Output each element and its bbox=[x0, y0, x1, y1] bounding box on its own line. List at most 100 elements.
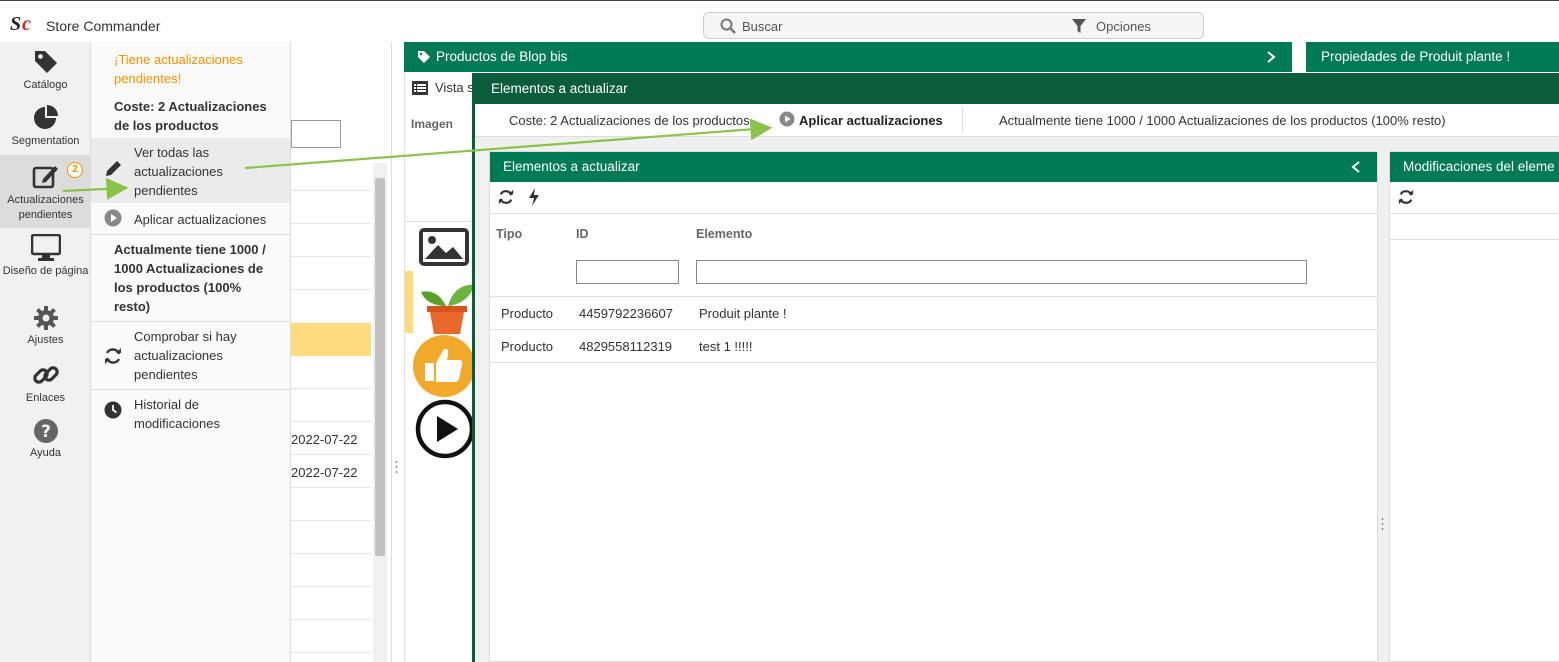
modifications-panel: Modificaciones del eleme bbox=[1389, 151, 1559, 662]
app-title: Store Commander bbox=[46, 18, 161, 34]
store-commander-logo: S c bbox=[10, 13, 31, 34]
cell-element: test 1 !!!!! bbox=[699, 339, 753, 354]
products-panel-body: Vista s Imagen bbox=[404, 72, 475, 662]
row-divider bbox=[490, 362, 1377, 363]
splitter-handle[interactable] bbox=[1381, 517, 1384, 531]
elements-panel: Elementos a actualizar Tipo ID Elemento … bbox=[489, 151, 1378, 662]
cell-type: Producto bbox=[501, 339, 554, 354]
sidebar-item-label: Segmentation bbox=[11, 135, 80, 147]
list-view-icon bbox=[412, 81, 428, 95]
cell-element: Produit plante ! bbox=[699, 306, 787, 321]
menu-item-check-updates[interactable]: Comprobar si hay actualizaciones pendien… bbox=[91, 322, 290, 388]
top-bar: S c Store Commander Buscar Opciones bbox=[0, 0, 1559, 42]
sidebar-item-page-design[interactable]: Diseño de página bbox=[0, 234, 91, 296]
sidebar-item-label: Enlaces bbox=[25, 392, 66, 404]
column-header-id[interactable]: ID bbox=[576, 227, 589, 241]
menu-status: Actualmente tiene 1000 / 1000 Actualizac… bbox=[114, 242, 266, 314]
menu-item-history[interactable]: Historial de modificaciones bbox=[91, 390, 290, 436]
pending-updates-alert: ¡Tiene actualizaciones pendientes! bbox=[114, 52, 243, 86]
lightning-icon[interactable] bbox=[528, 188, 540, 206]
row-divider bbox=[1390, 239, 1559, 240]
pie-chart-icon bbox=[33, 105, 58, 129]
list-scrollbar-thumb[interactable] bbox=[375, 178, 385, 556]
column-header-type[interactable]: Tipo bbox=[496, 227, 522, 241]
play-circle-icon bbox=[104, 209, 122, 227]
refresh-icon[interactable] bbox=[1398, 189, 1414, 205]
window-toolbar: Coste: 2 Actualizaciones de los producto… bbox=[475, 104, 1559, 137]
row-divider bbox=[291, 454, 371, 455]
sidebar-item-pending-updates[interactable]: 2 Actualizaciones pendientes bbox=[0, 155, 91, 228]
chevron-left-icon[interactable] bbox=[1351, 161, 1361, 173]
menu-divider bbox=[91, 234, 291, 235]
sidebar-item-label: Actualizaciones pendientes bbox=[7, 194, 84, 221]
row-divider bbox=[291, 421, 371, 422]
sidebar-item-label: Ayuda bbox=[30, 447, 61, 459]
sidebar-item-segmentation[interactable]: Segmentation bbox=[0, 104, 91, 154]
svg-text:S: S bbox=[10, 13, 21, 34]
column-header-element[interactable]: Elemento bbox=[696, 227, 752, 241]
sidebar-item-links[interactable]: Enlaces bbox=[0, 361, 91, 405]
cell-type: Producto bbox=[501, 306, 554, 321]
id-filter-input[interactable] bbox=[576, 260, 679, 284]
options-button[interactable]: Opciones bbox=[1096, 19, 1151, 34]
menu-item-apply[interactable]: Aplicar actualizaciones bbox=[91, 205, 290, 233]
properties-panel-title: Propiedades de Produit plante ! bbox=[1321, 49, 1511, 64]
row-divider bbox=[291, 487, 371, 488]
menu-cost-summary: Coste: 2 Actualizaciones de los producto… bbox=[114, 99, 267, 133]
list-filter-input[interactable] bbox=[291, 120, 341, 148]
image-placeholder-icon bbox=[419, 228, 469, 266]
products-panel-title: Productos de Blop bis bbox=[436, 49, 568, 64]
view-selector[interactable]: Vista s bbox=[435, 80, 474, 95]
main-sidebar: Catálogo Segmentation 2 Actualizaciones … bbox=[0, 42, 91, 662]
row-divider bbox=[291, 586, 371, 587]
table-row[interactable]: Producto 4459792236607 Produit plante ! bbox=[490, 296, 1377, 329]
modifications-panel-header: Modificaciones del eleme bbox=[1390, 152, 1559, 182]
menu-item-label: Comprobar si hay actualizaciones pendien… bbox=[134, 329, 237, 382]
row-divider bbox=[291, 388, 371, 389]
elements-to-update-window: Elementos a actualizar Coste: 2 Actualiz… bbox=[472, 73, 1559, 662]
apply-updates-button[interactable]: Aplicar actualizaciones bbox=[779, 110, 959, 130]
splitter-handle[interactable] bbox=[395, 460, 398, 474]
refresh-icon[interactable] bbox=[498, 189, 514, 205]
menu-item-label: Historial de modificaciones bbox=[134, 397, 220, 431]
cell-id: 4829558112319 bbox=[579, 339, 673, 354]
play-product-thumbnail[interactable] bbox=[415, 399, 475, 459]
row-divider bbox=[291, 256, 371, 257]
toolbar-status: Actualmente tiene 1000 / 1000 Actualizac… bbox=[999, 113, 1446, 128]
modifications-panel-title: Modificaciones del eleme bbox=[1403, 159, 1555, 174]
pending-updates-menu: ¡Tiene actualizaciones pendientes! Coste… bbox=[91, 42, 291, 662]
row-divider bbox=[291, 223, 371, 224]
image-column-header: Imagen bbox=[411, 117, 454, 131]
table-row[interactable]: Producto 4829558112319 test 1 !!!!! bbox=[490, 329, 1377, 362]
row-date: 2022-07-22 bbox=[291, 432, 358, 447]
updates-count-badge: 2 bbox=[67, 162, 83, 178]
sidebar-item-help[interactable]: ? Ayuda bbox=[0, 418, 91, 462]
chevron-right-icon[interactable] bbox=[1266, 51, 1276, 63]
sidebar-item-settings[interactable]: Ajustes bbox=[0, 305, 91, 349]
toolbar-cost: Coste: 2 Actualizaciones de los producto… bbox=[509, 113, 750, 128]
element-filter-input[interactable] bbox=[696, 260, 1307, 284]
cell-id: 4459792236607 bbox=[579, 306, 673, 321]
menu-item-label: Ver todas las actualizaciones pendientes bbox=[134, 145, 223, 198]
row-divider bbox=[291, 520, 371, 521]
filter-icon[interactable] bbox=[1071, 18, 1087, 34]
search-bar[interactable]: Buscar Opciones bbox=[703, 12, 1204, 39]
selected-row-highlight[interactable] bbox=[291, 323, 371, 356]
window-title: Elementos a actualizar bbox=[491, 81, 628, 96]
play-circle-icon bbox=[779, 111, 795, 127]
products-panel-header: Productos de Blop bis bbox=[404, 42, 1292, 72]
search-input[interactable]: Buscar bbox=[742, 19, 782, 34]
tag-icon bbox=[34, 51, 57, 73]
refresh-icon bbox=[105, 348, 121, 364]
row-divider bbox=[291, 619, 371, 620]
thumbs-up-product-thumbnail[interactable] bbox=[413, 335, 475, 397]
elements-panel-header: Elementos a actualizar bbox=[490, 152, 1377, 182]
toolbar-divider bbox=[490, 213, 1377, 214]
svg-text:?: ? bbox=[41, 422, 51, 442]
link-icon bbox=[32, 366, 59, 384]
menu-item-view-all[interactable]: Ver todas las actualizaciones pendientes bbox=[91, 138, 290, 203]
plant-product-thumbnail[interactable] bbox=[419, 272, 475, 334]
sidebar-item-catalog[interactable]: Catálogo bbox=[0, 48, 91, 98]
toolbar-divider bbox=[1390, 213, 1559, 214]
window-titlebar: Elementos a actualizar bbox=[475, 73, 1559, 104]
